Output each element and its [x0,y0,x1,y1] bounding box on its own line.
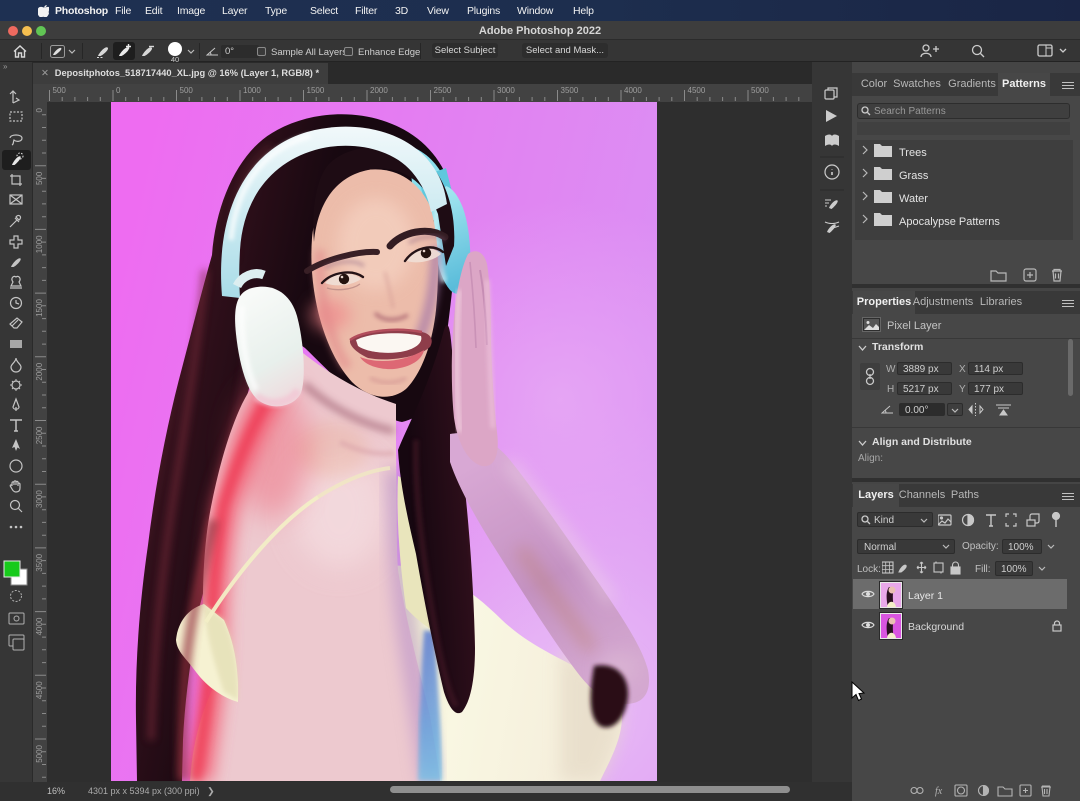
svg-text:0: 0 [116,86,121,95]
svg-text:2000: 2000 [35,362,44,380]
svg-text:2500: 2500 [35,426,44,444]
svg-text:2000: 2000 [370,86,388,95]
svg-text:500: 500 [53,86,67,95]
svg-text:0: 0 [35,107,44,112]
svg-text:1000: 1000 [35,235,44,253]
svg-text:1500: 1500 [307,86,325,95]
svg-text:5000: 5000 [35,744,44,762]
svg-text:4500: 4500 [688,86,706,95]
svg-text:Trees: Trees [899,147,927,159]
svg-text:Apocalypse Patterns: Apocalypse Patterns [899,216,1000,228]
svg-text:Water: Water [899,193,928,205]
svg-text:5000: 5000 [751,86,769,95]
svg-text:3500: 3500 [561,86,579,95]
svg-text:3000: 3000 [35,490,44,508]
svg-text:4500: 4500 [35,681,44,699]
svg-text:2500: 2500 [434,86,452,95]
svg-text:1500: 1500 [35,299,44,317]
svg-text:fx: fx [935,786,943,797]
svg-text:3000: 3000 [497,86,515,95]
svg-text:4000: 4000 [35,617,44,635]
svg-text:1000: 1000 [243,86,261,95]
svg-text:4000: 4000 [624,86,642,95]
svg-text:3500: 3500 [35,553,44,571]
svg-text:500: 500 [35,171,44,185]
svg-text:500: 500 [180,86,194,95]
svg-text:Grass: Grass [899,170,929,182]
